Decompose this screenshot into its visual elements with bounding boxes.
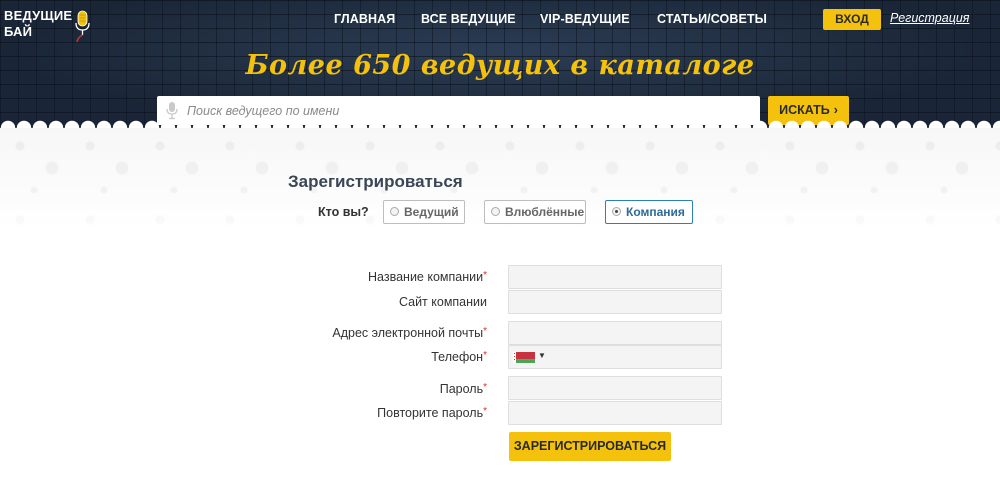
- site-header: ВЕДУЩИЕ БАЙ ГЛАВНАЯ ВСЕ ВЕДУЩИЕ VIP-ВЕДУ…: [0, 0, 1000, 128]
- role-option-label: Ведущий: [404, 205, 459, 219]
- nav-item-all-hosts[interactable]: ВСЕ ВЕДУЩИЕ: [421, 12, 516, 26]
- required-marker: *: [483, 382, 487, 393]
- password-field[interactable]: [508, 376, 722, 400]
- nav-item-articles[interactable]: СТАТЬИ/СОВЕТЫ: [657, 12, 767, 26]
- role-option-lovers[interactable]: Влюблённые: [484, 200, 586, 224]
- radio-icon: [390, 207, 399, 216]
- email-label: Адрес электронной почты*: [332, 326, 487, 340]
- radio-icon: [491, 207, 500, 216]
- role-option-company[interactable]: Компания: [605, 200, 693, 224]
- register-link[interactable]: Регистрация: [890, 11, 969, 25]
- password-repeat-field[interactable]: [508, 401, 722, 425]
- required-marker: *: [483, 350, 487, 361]
- company-site-field[interactable]: [508, 290, 722, 314]
- password-repeat-label: Повторите пароль*: [377, 406, 487, 420]
- who-are-you-label: Кто вы?: [318, 205, 369, 219]
- email-field[interactable]: [508, 321, 722, 345]
- login-button[interactable]: ВХОД: [823, 9, 881, 30]
- required-marker: *: [483, 270, 487, 281]
- chevron-right-icon: ›: [833, 103, 838, 117]
- role-option-label: Влюблённые: [505, 205, 585, 219]
- password-label: Пароль*: [439, 382, 487, 396]
- search-box: [157, 96, 760, 125]
- company-site-label: Сайт компании: [398, 295, 487, 309]
- required-marker: *: [483, 326, 487, 337]
- search-input[interactable]: [187, 96, 755, 125]
- tagline: Более 650 ведущих в каталоге: [245, 50, 755, 81]
- phone-label: Телефон*: [431, 350, 487, 364]
- register-submit-button[interactable]: ЗАРЕГИСТРИРОВАТЬСЯ: [509, 432, 671, 461]
- nav-item-vip-hosts[interactable]: VIP-ВЕДУЩИЕ: [540, 12, 630, 26]
- phone-input[interactable]: [549, 346, 719, 368]
- company-name-label: Название компании*: [368, 270, 487, 284]
- radio-selected-icon: [612, 207, 621, 216]
- nav-item-home[interactable]: ГЛАВНАЯ: [334, 12, 395, 26]
- search-button[interactable]: ИСКАТЬ ›: [768, 96, 849, 125]
- company-name-field[interactable]: [508, 265, 722, 289]
- role-option-label: Компания: [626, 205, 685, 219]
- search-button-label: ИСКАТЬ: [779, 103, 830, 117]
- chevron-down-icon[interactable]: ▼: [538, 350, 546, 362]
- microphone-icon[interactable]: [165, 101, 179, 120]
- page-title: Зарегистрироваться: [288, 172, 463, 191]
- role-option-host[interactable]: Ведущий: [383, 200, 465, 224]
- phone-field[interactable]: ▼: [508, 345, 722, 369]
- required-marker: *: [483, 406, 487, 417]
- belarus-flag-icon[interactable]: [513, 352, 535, 363]
